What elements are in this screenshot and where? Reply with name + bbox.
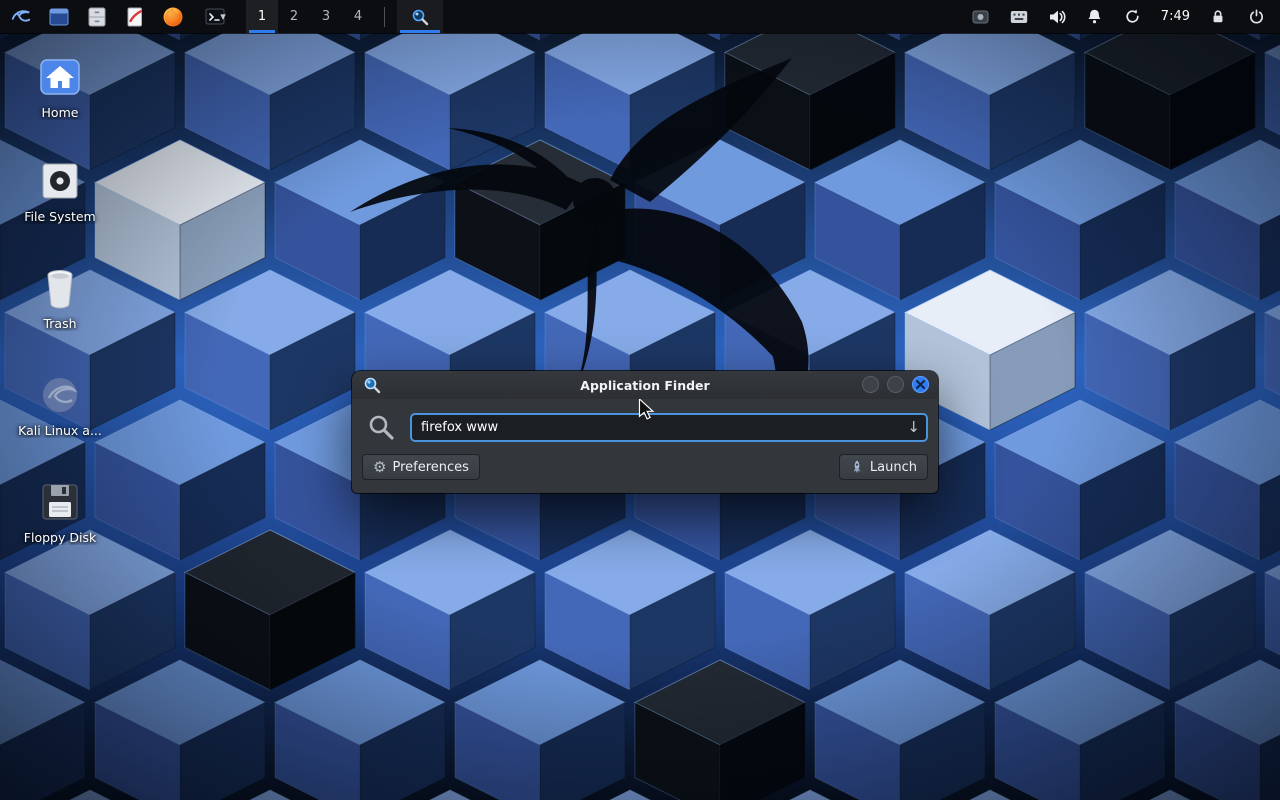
desktop-icon-label: Home: [12, 105, 108, 120]
top-panel: ▾ 1 2 3 4: [0, 0, 1280, 33]
text-editor-launcher[interactable]: [122, 4, 148, 30]
workspace-4[interactable]: 4: [342, 0, 374, 33]
kali-menu-button[interactable]: [8, 4, 34, 30]
preferences-button[interactable]: ⚙ Preferences: [362, 454, 480, 480]
maximize-button[interactable]: [887, 376, 904, 393]
power-icon[interactable]: [1246, 5, 1266, 29]
trash-icon: [37, 265, 83, 311]
launch-label: Launch: [870, 460, 917, 475]
window-titlebar[interactable]: Application Finder: [352, 371, 938, 399]
hard-drive-icon: [37, 158, 83, 204]
floppy-disk-icon: [37, 479, 83, 525]
desktop-icon-label: Trash: [12, 316, 108, 331]
preferences-label: Preferences: [392, 460, 468, 475]
workspace-2[interactable]: 2: [278, 0, 310, 33]
launch-icon: [850, 460, 864, 474]
workspace-1[interactable]: 1: [246, 0, 278, 33]
mouse-cursor: [637, 399, 657, 421]
combo-arrow-icon[interactable]: ↓: [907, 417, 920, 437]
system-tray: 7:49: [971, 5, 1280, 29]
desktop-icon-label: Kali Linux a...: [12, 423, 108, 438]
workspace-pager: 1 2 3 4: [246, 0, 374, 33]
terminal-launcher[interactable]: ▾: [198, 4, 232, 30]
kali-docs-icon: [37, 372, 83, 418]
lock-icon[interactable]: [1208, 5, 1228, 29]
desktop-icon-home[interactable]: Home: [12, 54, 108, 120]
file-manager-icon: [48, 6, 70, 28]
text-editor-icon: [124, 6, 146, 28]
file-manager-launcher[interactable]: [46, 4, 72, 30]
home-folder-icon: [37, 54, 83, 100]
button-row: ⚙ Preferences Launch: [352, 442, 938, 480]
kali-logo-icon: [10, 6, 32, 28]
desktop-icon-label: Floppy Disk: [12, 530, 108, 545]
chevron-down-icon[interactable]: ▾: [220, 10, 226, 23]
keyboard-tray-icon[interactable]: [1009, 5, 1029, 29]
desktop-icon-filesystem[interactable]: File System: [12, 158, 108, 224]
panel-launchers: ▾: [0, 4, 232, 30]
taskbar-item-appfinder[interactable]: [397, 0, 443, 33]
close-button[interactable]: [912, 376, 929, 393]
desktop-icon-floppy[interactable]: Floppy Disk: [12, 479, 108, 545]
notifications-bell-icon[interactable]: [1085, 5, 1105, 29]
clock[interactable]: 7:49: [1161, 9, 1190, 24]
file-cabinet-icon: [86, 6, 108, 28]
panel-separator: [384, 7, 385, 27]
search-input[interactable]: [410, 413, 928, 442]
search-icon: [411, 8, 429, 26]
workspace-3[interactable]: 3: [310, 0, 342, 33]
desktop-icon-trash[interactable]: Trash: [12, 265, 108, 331]
launch-button[interactable]: Launch: [839, 454, 928, 480]
firefox-icon: [162, 6, 184, 28]
window-title: Application Finder: [352, 378, 938, 393]
application-finder-window: Application Finder ↓: [352, 371, 938, 493]
updates-icon[interactable]: [1123, 5, 1143, 29]
minimize-button[interactable]: [862, 376, 879, 393]
firefox-launcher[interactable]: [160, 4, 186, 30]
window-buttons: [862, 376, 929, 393]
desktop-screen: Home File System Trash: [0, 0, 1280, 800]
screenshot-tray-icon[interactable]: [971, 5, 991, 29]
volume-icon[interactable]: [1047, 5, 1067, 29]
files-launcher[interactable]: [84, 4, 110, 30]
search-input-wrap: ↓: [410, 413, 928, 442]
desktop-icon-label: File System: [12, 209, 108, 224]
close-icon: [916, 380, 925, 389]
search-icon: [366, 412, 396, 442]
gear-icon: ⚙: [373, 460, 386, 475]
desktop-icon-kali-docs[interactable]: Kali Linux a...: [12, 372, 108, 438]
